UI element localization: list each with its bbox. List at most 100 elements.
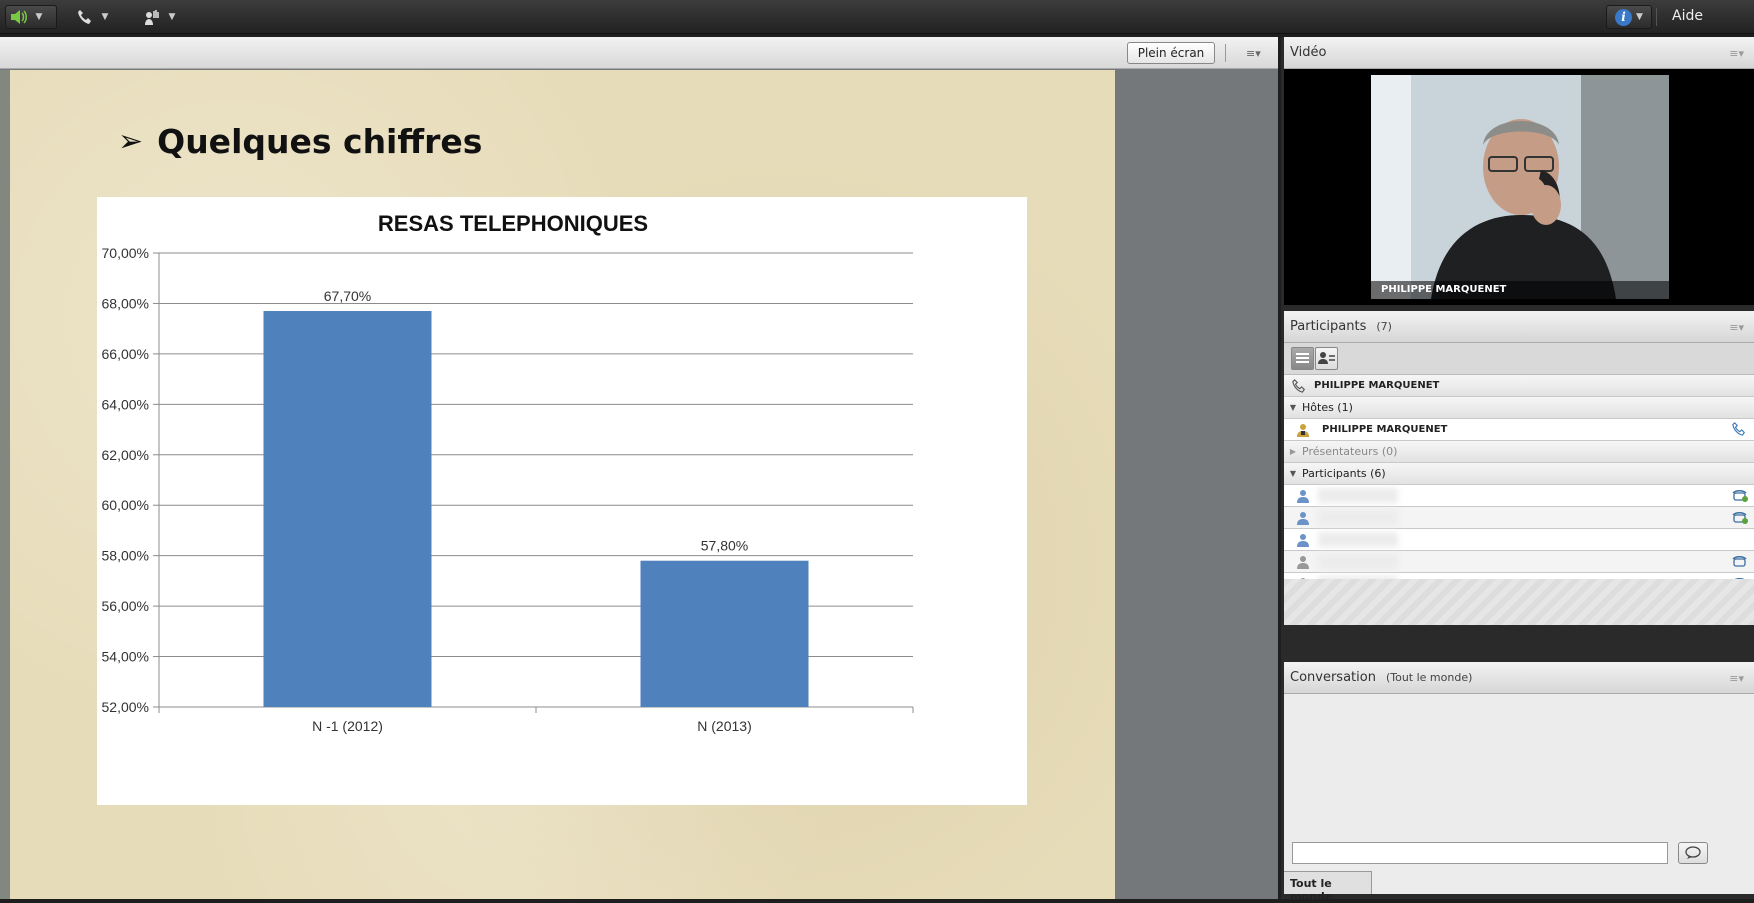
collapsed-triangle-icon: ▶ [1289, 447, 1297, 456]
divider [1656, 8, 1657, 26]
hosts-group-header[interactable]: ▼ Hôtes (1) [1284, 397, 1754, 419]
slide-title-text: Quelques chiffres [157, 122, 483, 161]
slide-edge [0, 70, 10, 899]
chart: RESAS TELEPHONIQUES 52,00% 54,00% 56,00% 58,… [97, 197, 1027, 805]
list-icon [1296, 353, 1309, 363]
y-tick-label: 66,00% [102, 346, 149, 362]
divider [1225, 44, 1226, 62]
phone-button[interactable]: ▼ [72, 5, 124, 29]
presenters-group-header[interactable]: ▶ Présentateurs (0) [1284, 441, 1754, 463]
bullet-arrow-icon: ➢ [118, 124, 144, 159]
chevron-down-icon[interactable]: ▼ [98, 12, 112, 22]
conversation-tab[interactable]: Tout le monde [1284, 871, 1372, 903]
send-button[interactable] [1678, 842, 1708, 864]
y-tick-label: 62,00% [102, 447, 149, 463]
webcam-image [1371, 75, 1669, 299]
chat-input[interactable] [1292, 842, 1668, 864]
attendee-row[interactable] [1284, 551, 1754, 573]
chevron-down-icon[interactable]: ▼ [165, 12, 179, 22]
hidden-name [1318, 554, 1398, 569]
presenters-label: Présentateurs (0) [1302, 445, 1398, 458]
video-pod-title: Vidéo [1290, 45, 1327, 60]
user-avatar-icon [1296, 489, 1310, 503]
pod-menu-icon[interactable]: ≡▾ [1729, 47, 1744, 60]
user-avatar-icon [1296, 511, 1310, 525]
conversation-body: Tout le monde [1284, 694, 1754, 903]
y-tick-label: 70,00% [102, 245, 149, 261]
y-tick-label: 60,00% [102, 497, 149, 513]
speaker-icon [6, 6, 32, 28]
user-detail-icon [1318, 352, 1335, 364]
slide: ➢ Quelques chiffres RESAS TELEPHONIQUES 5… [10, 70, 1115, 899]
pod-menu-icon[interactable]: ≡▾ [1246, 47, 1266, 61]
speaker-name-label: PHILIPPE MARQUENET [1371, 281, 1669, 299]
phone-icon [1732, 422, 1748, 436]
attendee-row[interactable] [1284, 529, 1754, 551]
phone-add-icon[interactable] [1732, 488, 1748, 502]
speaking-name: PHILIPPE MARQUENET [1314, 380, 1440, 391]
slide-title: ➢ Quelques chiffres [118, 122, 482, 161]
expand-triangle-icon: ▼ [1289, 403, 1297, 412]
video-feed[interactable]: PHILIPPE MARQUENET [1371, 75, 1669, 299]
phone-add-icon[interactable] [1732, 510, 1748, 524]
hosts-label: Hôtes (1) [1302, 401, 1353, 414]
fullscreen-button[interactable]: Plein écran [1127, 42, 1215, 64]
bar [263, 311, 432, 707]
hidden-name [1318, 532, 1398, 547]
chevron-down-icon: ▼ [1636, 12, 1643, 22]
pod-menu-icon[interactable]: ≡▾ [1729, 672, 1744, 685]
speaking-row: PHILIPPE MARQUENET [1284, 375, 1754, 397]
y-tick-label: 52,00% [102, 699, 149, 715]
list-view-button[interactable] [1291, 347, 1314, 370]
view-toggle [1284, 343, 1754, 375]
raise-hand-icon [139, 6, 165, 28]
host-row[interactable]: PHILIPPE MARQUENET [1284, 419, 1754, 441]
user-avatar-icon [1296, 555, 1310, 569]
participants-count: (7) [1376, 320, 1392, 333]
top-toolbar: ▼ ▼ ▼ i ▼ Aide [0, 0, 1754, 34]
host-name: PHILIPPE MARQUENET [1322, 424, 1448, 435]
list-background [1284, 579, 1754, 625]
conversation-pod: Conversation (Tout le monde) ≡▾ Tout le … [1284, 662, 1754, 903]
conversation-pod-header: Conversation (Tout le monde) ≡▾ [1284, 662, 1754, 694]
help-link[interactable]: Aide [1672, 8, 1703, 24]
conversation-title: Conversation [1290, 670, 1376, 685]
y-tick-label: 54,00% [102, 649, 149, 665]
telephone-icon[interactable] [1732, 554, 1748, 568]
phone-icon [72, 6, 98, 28]
host-avatar-icon [1296, 423, 1310, 437]
video-pod-header: Vidéo ≡▾ [1284, 37, 1754, 69]
hidden-name [1318, 510, 1398, 525]
y-tick-label: 56,00% [102, 598, 149, 614]
x-tick-label: N (2013) [697, 718, 751, 734]
chart-title: RESAS TELEPHONIQUES [378, 211, 648, 236]
pod-menu-icon[interactable]: ≡▾ [1729, 321, 1744, 334]
participants-list: PHILIPPE MARQUENET ▼ Hôtes (1) PHILIPPE … [1284, 343, 1754, 625]
right-column: Vidéo ≡▾ PHILIPPE MARQUENET Participants… [1281, 37, 1754, 903]
x-tick-label: N -1 (2012) [312, 718, 383, 734]
raise-hand-button[interactable]: ▼ [139, 5, 191, 29]
participants-pod: Participants (7) ≡▾ PHILIPPE MARQUENET ▼ [1284, 311, 1754, 625]
data-label: 57,80% [701, 538, 748, 554]
help-button[interactable]: i ▼ [1606, 5, 1652, 29]
info-icon: i [1615, 8, 1633, 26]
chevron-down-icon[interactable]: ▼ [32, 12, 46, 22]
attendee-row[interactable] [1284, 485, 1754, 507]
y-tick-label: 68,00% [102, 295, 149, 311]
participants-group-header[interactable]: ▼ Participants (6) [1284, 463, 1754, 485]
y-tick-label: 64,00% [102, 396, 149, 412]
conversation-audience: (Tout le monde) [1385, 671, 1473, 684]
y-tick-label: 58,00% [102, 548, 149, 564]
phone-icon [1292, 378, 1306, 393]
user-avatar-icon [1296, 533, 1310, 547]
attendee-row[interactable] [1284, 507, 1754, 529]
video-pod: Vidéo ≡▾ PHILIPPE MARQUENET [1284, 37, 1754, 305]
bar [640, 560, 809, 707]
participants-pod-header: Participants (7) ≡▾ [1284, 311, 1754, 343]
expand-triangle-icon: ▼ [1289, 469, 1297, 478]
share-pod: Plein écran ≡▾ ➢ Quelques chiffres RESAS… [0, 37, 1278, 899]
participants-group-label: Participants (6) [1302, 467, 1386, 480]
audio-button[interactable]: ▼ [5, 5, 57, 29]
detail-view-button[interactable] [1315, 347, 1338, 370]
video-area: PHILIPPE MARQUENET [1284, 69, 1754, 305]
